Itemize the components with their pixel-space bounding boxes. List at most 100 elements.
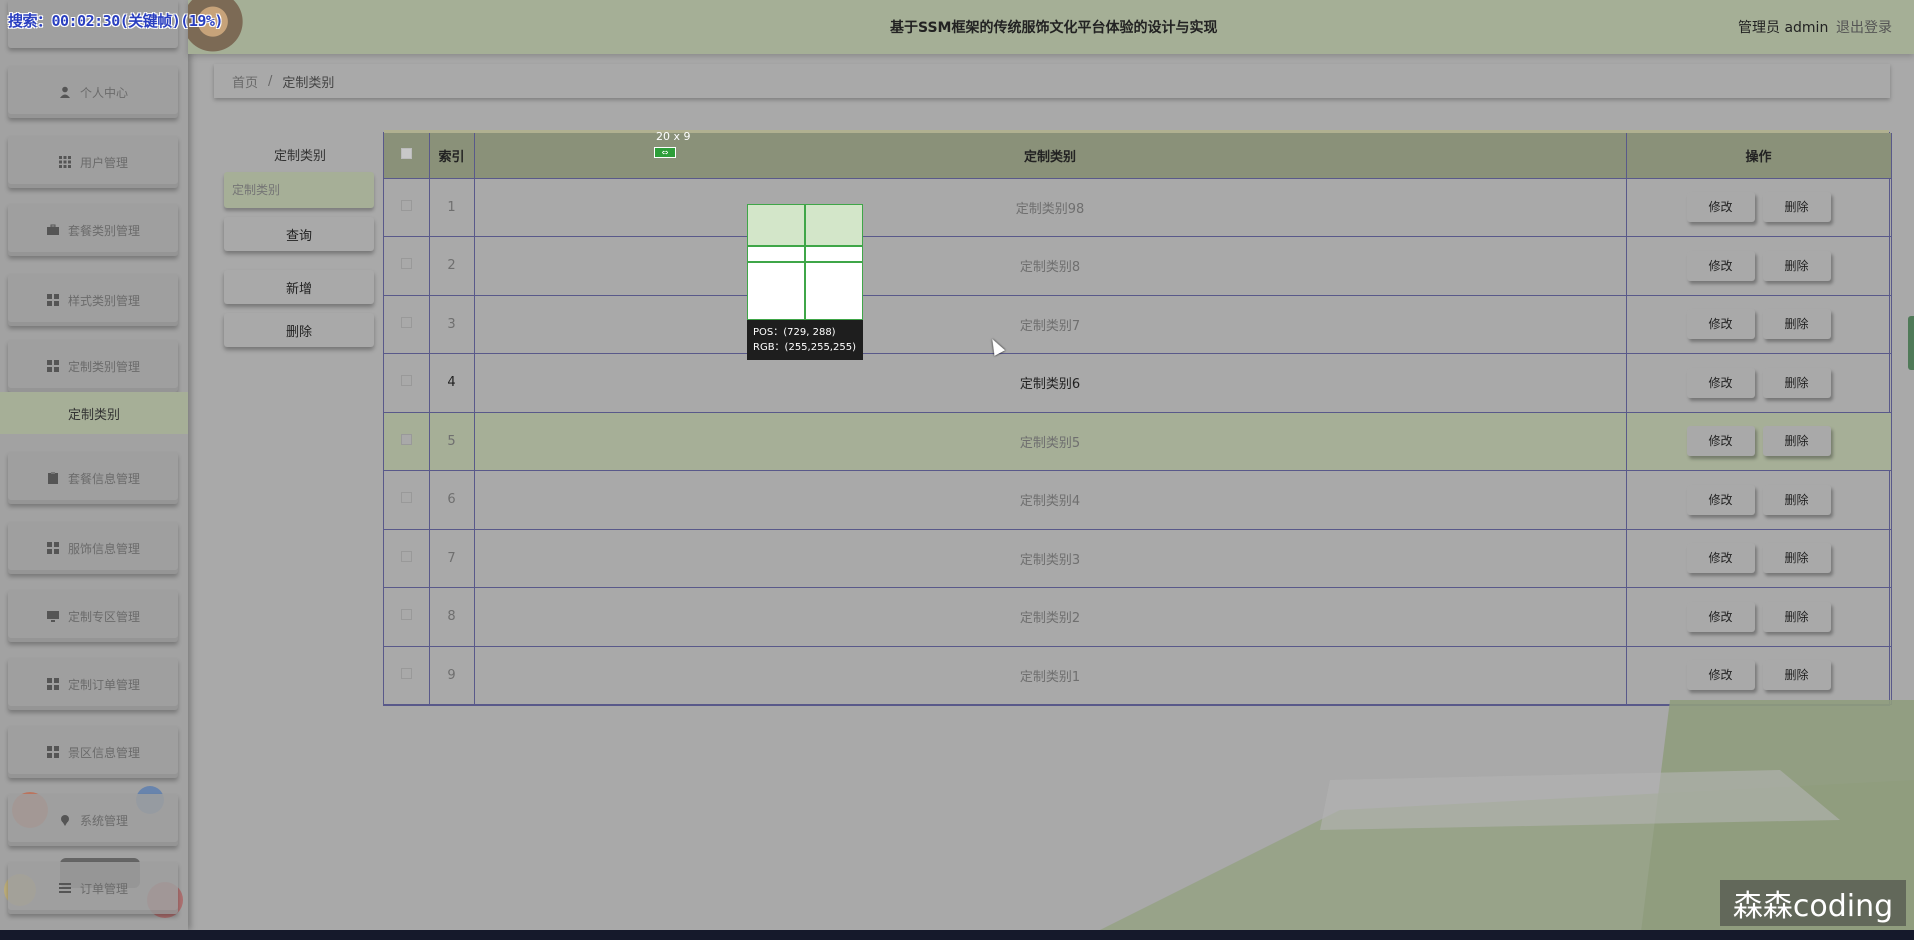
row-index: 9 (429, 646, 475, 705)
delete-button[interactable]: 删除 (1762, 192, 1831, 223)
delete-button[interactable]: 删除 (1762, 484, 1831, 515)
logout-link[interactable]: 退出登录 (1836, 17, 1892, 37)
row-category: 定制类别2 (474, 587, 1627, 647)
edit-button[interactable]: 修改 (1686, 601, 1755, 632)
sidebar-item-personal-center[interactable]: 个人中心 (8, 66, 178, 118)
row-index: 2 (429, 236, 475, 296)
delete-button[interactable]: 删除 (1762, 543, 1831, 574)
table-row[interactable]: 9 定制类别1 修改 删除 (384, 646, 1892, 705)
measure-handle-icon: ⇔ (654, 147, 676, 158)
sidebar-item-label: 套餐类别管理 (67, 223, 140, 238)
sidebar-item-system[interactable]: 系统管理 (8, 794, 178, 846)
table-row[interactable]: 7 定制类别3 修改 删除 (384, 529, 1892, 588)
edit-button[interactable]: 修改 (1686, 660, 1755, 691)
sidebar-item-label: 定制订单管理 (67, 677, 140, 692)
row-index: 7 (429, 529, 475, 588)
row-checkbox[interactable] (400, 609, 412, 621)
row-category: 定制类别98 (474, 178, 1627, 237)
batch-delete-button[interactable]: 删除 (224, 313, 374, 347)
row-checkbox[interactable] (400, 550, 412, 562)
table-header-row: 索引 定制类别 操作 (384, 133, 1892, 179)
edit-button[interactable]: 修改 (1686, 367, 1755, 398)
table-row[interactable]: 3 定制类别7 修改 删除 (384, 295, 1892, 354)
row-index: 4 (429, 353, 475, 413)
row-checkbox[interactable] (400, 199, 412, 211)
table-row[interactable]: 2 定制类别8 修改 删除 (384, 236, 1892, 296)
edit-button[interactable]: 修改 (1686, 309, 1755, 340)
edit-button[interactable]: 修改 (1686, 192, 1755, 223)
delete-button[interactable]: 删除 (1762, 250, 1831, 281)
row-checkbox[interactable] (400, 667, 412, 679)
delete-button[interactable]: 删除 (1762, 367, 1831, 398)
query-button[interactable]: 查询 (224, 217, 374, 251)
table-row[interactable]: 4 定制类别6 修改 删除 (384, 353, 1892, 413)
sidebar-item-custom-orders[interactable]: 定制订单管理 (8, 658, 178, 710)
grid-icon (46, 677, 60, 691)
edit-button[interactable]: 修改 (1686, 426, 1755, 457)
edit-button[interactable]: 修改 (1686, 250, 1755, 281)
current-user: 管理员 admin (1738, 20, 1829, 36)
row-category: 定制类别4 (474, 470, 1627, 530)
sidebar-item-style-category[interactable]: 样式类别管理 (8, 274, 178, 326)
clipboard-icon (46, 471, 60, 485)
grid-icon (46, 293, 60, 307)
delete-button[interactable]: 删除 (1762, 601, 1831, 632)
edit-button[interactable]: 修改 (1686, 484, 1755, 515)
sidebar-item-custom-category[interactable]: 定制类别管理 (8, 340, 178, 392)
select-all-cell[interactable] (384, 133, 430, 179)
delete-button[interactable]: 删除 (1762, 309, 1831, 340)
data-table: 索引 定制类别 操作 1 定制类别98 修改 删除 2 定制类别8 修改 删除 3 … (383, 130, 1892, 706)
table-row[interactable]: 8 定制类别2 修改 删除 (384, 587, 1892, 647)
sidebar-item-clothing-info[interactable]: 服饰信息管理 (8, 522, 178, 574)
breadcrumb-home[interactable]: 首页 (232, 72, 258, 91)
column-header-actions: 操作 (1626, 133, 1892, 179)
grid-icon (46, 745, 60, 759)
search-input[interactable] (224, 172, 374, 208)
sidebar-item-label: 个人中心 (79, 85, 128, 100)
row-checkbox[interactable] (400, 258, 412, 270)
sidebar-item-custom-zone[interactable]: 定制专区管理 (8, 590, 178, 642)
breadcrumb-current: 定制类别 (282, 75, 335, 91)
row-category: 定制类别5 (474, 412, 1627, 471)
sidebar-item-label: 景区信息管理 (67, 745, 140, 760)
row-index: 5 (429, 412, 475, 471)
recording-timer: 搜索：00:02:30(关键帧)(19%) (8, 12, 223, 30)
sidebar-item-scenic-info[interactable]: 景区信息管理 (8, 726, 178, 778)
sidebar-item-user-management[interactable]: 用户管理 (8, 136, 178, 188)
row-checkbox[interactable] (400, 316, 412, 328)
watermark: 森森coding (1720, 880, 1906, 926)
page-title: 基于SSM框架的传统服饰文化平台体验的设计与实现 (890, 20, 1218, 36)
magnifier-rgb: RGB：(255,255,255) (753, 342, 856, 353)
row-checkbox[interactable] (400, 492, 412, 504)
row-category: 定制类别8 (474, 236, 1627, 296)
table-row[interactable]: 6 定制类别4 修改 删除 (384, 470, 1892, 530)
edit-button[interactable]: 修改 (1686, 543, 1755, 574)
sidebar-item-package-info[interactable]: 套餐信息管理 (8, 452, 178, 504)
grid-icon (46, 541, 60, 555)
sidebar-subitem-custom-category[interactable]: 定制类别 (0, 392, 188, 434)
side-float-tab[interactable] (1908, 316, 1914, 370)
row-index: 3 (429, 295, 475, 354)
magnifier-info: POS：(729, 288) RGB：(255,255,255) (747, 320, 863, 360)
sidebar-item-label: 样式类别管理 (67, 293, 140, 308)
sidebar-item-label: 订单管理 (79, 881, 128, 896)
table-row[interactable]: 5 定制类别5 修改 删除 (384, 412, 1892, 471)
sidebar-item-package-category[interactable]: 套餐类别管理 (8, 204, 178, 256)
pin-icon (58, 813, 72, 827)
magnifier-preview (747, 204, 863, 320)
sidebar-item-label: 系统管理 (79, 813, 128, 828)
sidebar-item-orders[interactable]: 订单管理 (8, 862, 178, 914)
sidebar: 个人中心 用户管理 套餐类别管理 样式类别管理 定制类别管理 定制类别 套餐信息… (0, 0, 188, 930)
row-category: 定制类别6 (474, 353, 1627, 413)
row-category: 定制类别7 (474, 295, 1627, 354)
row-checkbox[interactable] (400, 375, 412, 387)
table-row[interactable]: 1 定制类别98 修改 删除 (384, 178, 1892, 237)
delete-button[interactable]: 删除 (1762, 426, 1831, 457)
magnifier-pos: POS：(729, 288) (753, 327, 836, 338)
row-checkbox[interactable] (400, 433, 412, 445)
select-all-checkbox[interactable] (400, 147, 412, 159)
add-button[interactable]: 新增 (224, 270, 374, 304)
row-index: 8 (429, 587, 475, 647)
sidebar-item-label: 服饰信息管理 (67, 541, 140, 556)
delete-button[interactable]: 删除 (1762, 660, 1831, 691)
